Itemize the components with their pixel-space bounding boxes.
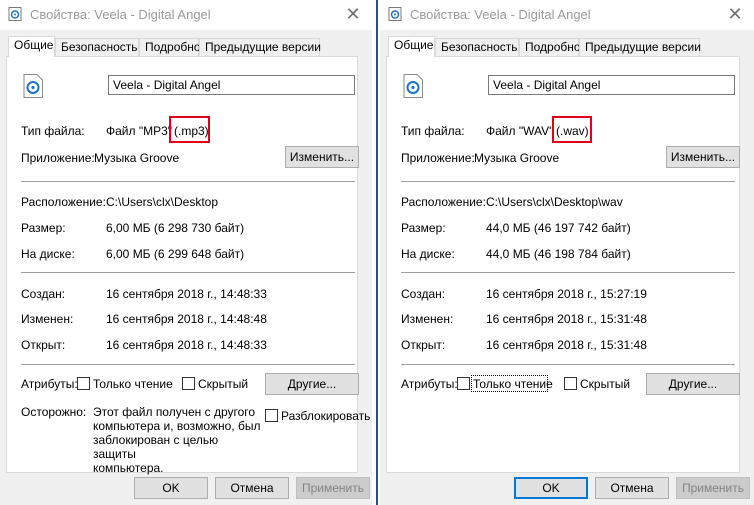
created-value: 16 сентября 2018 г., 15:27:19	[486, 287, 647, 301]
other-attributes-button[interactable]: Другие...	[265, 373, 359, 395]
change-button[interactable]: Изменить...	[285, 146, 359, 168]
app-label: Приложение:	[401, 151, 475, 165]
tab-security[interactable]: Безопасность	[435, 38, 519, 56]
size-label: Размер:	[21, 221, 66, 235]
close-icon[interactable]: ✕	[340, 3, 366, 25]
tab-general[interactable]: Общие	[388, 36, 435, 57]
app-value: Музыка Groove	[474, 151, 560, 165]
disk-size-value: 44,0 МБ (46 198 784 байт)	[486, 247, 631, 261]
modified-value: 16 сентября 2018 г., 14:48:48	[106, 312, 267, 326]
highlight-box	[552, 116, 592, 143]
modified-label: Изменен:	[401, 312, 454, 326]
cancel-button[interactable]: Отмена	[595, 477, 669, 499]
hidden-checkbox[interactable]	[182, 377, 195, 390]
ok-button[interactable]: OK	[134, 477, 208, 499]
tab-previous-versions[interactable]: Предыдущие версии	[579, 38, 701, 56]
file-type-label: Тип файла:	[401, 124, 465, 138]
security-warning: Этот файл получен с другого компьютера и…	[93, 405, 261, 475]
readonly-checkbox[interactable]	[457, 377, 470, 390]
location-label: Расположение:	[21, 195, 106, 209]
tab-general[interactable]: Общие	[8, 36, 55, 57]
app-label: Приложение:	[21, 151, 95, 165]
hidden-label: Скрытый	[580, 377, 631, 391]
window-title: Свойства: Veela - Digital Angel	[30, 7, 211, 22]
music-file-icon	[23, 74, 43, 98]
music-file-icon	[8, 7, 22, 21]
filename-field[interactable]: Veela - Digital Angel	[108, 75, 355, 95]
created-label: Создан:	[401, 287, 446, 301]
file-type-label: Тип файла:	[21, 124, 85, 138]
readonly-checkbox[interactable]	[77, 377, 90, 390]
focus-rectangle	[471, 375, 548, 392]
tab-bar: Общие Безопасность Подробно Предыдущие в…	[8, 36, 372, 57]
location-label: Расположение:	[401, 195, 486, 209]
modified-label: Изменен:	[21, 312, 74, 326]
opened-label: Открыт:	[21, 338, 66, 352]
location-value: C:\Users\clx\Desktop	[106, 195, 219, 209]
tab-details[interactable]: Подробно	[139, 38, 201, 56]
disk-size-value: 6,00 МБ (6 299 648 байт)	[106, 247, 245, 261]
readonly-label: Только чтение	[93, 377, 173, 391]
hidden-label: Скрытый	[198, 377, 249, 391]
size-label: Размер:	[401, 221, 446, 235]
unblock-label: Разблокировать	[281, 409, 371, 423]
tab-details[interactable]: Подробно	[519, 38, 581, 56]
disk-size-label: На диске:	[401, 247, 455, 261]
unblock-checkbox[interactable]	[265, 409, 278, 422]
cancel-button[interactable]: Отмена	[215, 477, 289, 499]
disk-size-label: На диске:	[21, 247, 75, 261]
attributes-label: Атрибуты:	[21, 377, 78, 391]
modified-value: 16 сентября 2018 г., 15:31:48	[486, 312, 647, 326]
title-bar: Свойства: Veela - Digital Angel ✕	[380, 0, 754, 30]
opened-label: Открыт:	[401, 338, 446, 352]
separator	[401, 364, 735, 365]
title-bar: Свойства: Veela - Digital Angel ✕	[0, 0, 372, 30]
tab-previous-versions[interactable]: Предыдущие версии	[199, 38, 321, 56]
tab-security[interactable]: Безопасность	[55, 38, 139, 56]
separator	[21, 364, 355, 365]
separator	[401, 272, 735, 273]
size-value: 6,00 МБ (6 298 730 байт)	[106, 221, 245, 235]
change-button[interactable]: Изменить...	[666, 146, 740, 168]
file-type-value: Файл "MP3"	[106, 124, 173, 138]
ok-button[interactable]: OK	[514, 477, 588, 499]
properties-window-mp3: Свойства: Veela - Digital Angel ✕ Общие …	[0, 0, 372, 505]
window-divider	[372, 0, 380, 505]
close-icon[interactable]: ✕	[722, 3, 748, 25]
opened-value: 16 сентября 2018 г., 14:48:33	[106, 338, 267, 352]
separator	[21, 181, 355, 182]
file-type-value: Файл "WAV"	[486, 124, 554, 138]
app-value: Музыка Groove	[94, 151, 180, 165]
location-value: C:\Users\clx\Desktop\wav	[486, 195, 623, 209]
other-attributes-button[interactable]: Другие...	[646, 373, 740, 395]
created-label: Создан:	[21, 287, 66, 301]
window-title: Свойства: Veela - Digital Angel	[410, 7, 591, 22]
music-file-icon	[388, 7, 402, 21]
tab-bar: Общие Безопасность Подробно Предыдущие в…	[388, 36, 754, 57]
security-label: Осторожно:	[21, 405, 87, 419]
created-value: 16 сентября 2018 г., 14:48:33	[106, 287, 267, 301]
size-value: 44,0 МБ (46 197 742 байт)	[486, 221, 631, 235]
separator	[401, 181, 735, 182]
apply-button[interactable]: Применить	[676, 477, 750, 499]
filename-field[interactable]: Veela - Digital Angel	[488, 75, 735, 95]
properties-window-wav: Свойства: Veela - Digital Angel ✕ Общие …	[380, 0, 754, 505]
hidden-checkbox[interactable]	[564, 377, 577, 390]
highlight-box	[169, 116, 210, 143]
apply-button[interactable]: Применить	[296, 477, 370, 499]
attributes-label: Атрибуты:	[401, 377, 458, 391]
music-file-icon	[403, 74, 423, 98]
opened-value: 16 сентября 2018 г., 15:31:48	[486, 338, 647, 352]
separator	[21, 272, 355, 273]
